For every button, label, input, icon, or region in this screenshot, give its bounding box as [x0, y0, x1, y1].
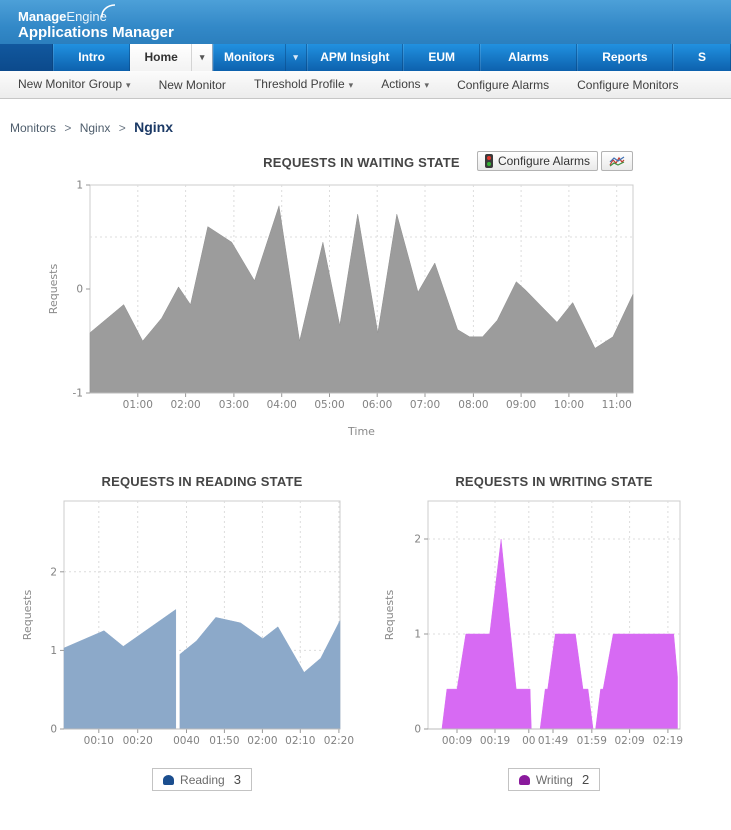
page-title: Nginx — [134, 119, 173, 135]
breadcrumb: Monitors > Nginx > Nginx — [10, 119, 731, 135]
tab-apm-insight[interactable]: APM Insight — [306, 44, 404, 71]
tab-monitors[interactable]: Monitors ▾ — [213, 44, 307, 71]
svg-text:05:00: 05:00 — [314, 399, 344, 411]
configure-alarms-link[interactable]: Configure Alarms — [443, 72, 563, 98]
new-monitor-link[interactable]: New Monitor — [145, 72, 240, 98]
svg-text:2: 2 — [414, 534, 421, 546]
svg-text:01:49: 01:49 — [538, 735, 568, 747]
reading-chart-title: REQUESTS IN READING STATE — [101, 474, 303, 489]
tab-partial[interactable]: S — [673, 44, 731, 71]
svg-text:1: 1 — [76, 180, 83, 192]
reading-area-chart: 00:10 00:20 0040 01:50 02:00 02:10 02:20 0 1 2 Req… — [18, 491, 354, 764]
reading-chart-section: REQUESTS IN READING STATE 00:10 00:20 0040… — [18, 474, 354, 791]
svg-text:09:00: 09:00 — [506, 399, 536, 411]
app-header: ManageEngine Applications Manager — [0, 0, 731, 44]
tab-eum[interactable]: EUM — [403, 44, 481, 71]
writing-area-chart: 00:09 00:19 00 01:49 01:59 02:09 02:19 0 1 2 Reque… — [380, 491, 696, 764]
svg-text:Requests: Requests — [47, 264, 60, 315]
main-nav: Intro Home ▾ Monitors ▾ APM Insight EUM … — [0, 44, 731, 71]
svg-text:03:00: 03:00 — [219, 399, 249, 411]
svg-text:01:00: 01:00 — [123, 399, 153, 411]
breadcrumb-separator: > — [118, 121, 126, 135]
svg-text:Requests: Requests — [21, 590, 34, 641]
svg-text:02:19: 02:19 — [653, 735, 683, 747]
logo-manage: Manage — [18, 9, 67, 24]
svg-text:0: 0 — [76, 284, 83, 296]
chart-view-button[interactable] — [601, 151, 633, 171]
waiting-area-chart: 01:00 02:00 03:00 04:00 05:00 06:00 07:00 08:00… — [44, 177, 648, 446]
mini-chart-icon — [609, 156, 625, 167]
svg-text:1: 1 — [414, 629, 421, 641]
svg-text:0: 0 — [50, 724, 57, 736]
svg-text:02:00: 02:00 — [170, 399, 200, 411]
tab-intro[interactable]: Intro — [53, 44, 131, 71]
breadcrumb-monitors[interactable]: Monitors — [10, 121, 56, 135]
reading-legend-marker-icon — [163, 774, 175, 785]
threshold-profile-menu[interactable]: Threshold Profile ▾ — [240, 71, 367, 98]
reading-legend: Reading 3 — [152, 768, 252, 791]
svg-text:Time: Time — [347, 425, 375, 438]
chevron-down-icon: ▾ — [126, 80, 131, 90]
svg-text:00: 00 — [522, 735, 535, 747]
svg-text:02:20: 02:20 — [324, 735, 354, 747]
chevron-down-icon: ▾ — [348, 80, 354, 90]
svg-text:2: 2 — [50, 566, 57, 578]
new-monitor-group-menu[interactable]: New Monitor Group ▾ — [4, 71, 145, 98]
writing-legend-marker-icon — [518, 774, 530, 785]
writing-chart-title: REQUESTS IN WRITING STATE — [455, 474, 653, 489]
actions-menu[interactable]: Actions ▾ — [367, 71, 443, 98]
logo: ManageEngine — [18, 4, 731, 24]
svg-text:00:09: 00:09 — [442, 735, 472, 747]
configure-monitors-link[interactable]: Configure Monitors — [563, 72, 692, 98]
svg-text:0: 0 — [414, 724, 421, 736]
svg-text:-1: -1 — [73, 388, 83, 400]
configure-alarms-button[interactable]: Configure Alarms — [476, 151, 598, 171]
chevron-down-icon[interactable]: ▾ — [284, 44, 306, 71]
writing-legend: Writing 2 — [507, 768, 601, 791]
svg-text:02:09: 02:09 — [614, 735, 644, 747]
traffic-light-icon — [484, 154, 493, 168]
svg-text:1: 1 — [50, 645, 57, 657]
breadcrumb-nginx[interactable]: Nginx — [80, 121, 111, 135]
svg-text:08:00: 08:00 — [458, 399, 488, 411]
logo-product-name: Applications Manager — [18, 24, 174, 41]
svg-text:02:00: 02:00 — [247, 735, 277, 747]
svg-text:11:00: 11:00 — [602, 399, 632, 411]
nav-left-spacer — [0, 44, 54, 71]
writing-chart-section: REQUESTS IN WRITING STATE 00:09 00:19 00 01… — [380, 474, 696, 791]
tab-home[interactable]: Home ▾ — [130, 44, 214, 71]
svg-text:06:00: 06:00 — [362, 399, 392, 411]
svg-text:0040: 0040 — [173, 735, 200, 747]
breadcrumb-separator: > — [64, 121, 72, 135]
chevron-down-icon[interactable]: ▾ — [191, 44, 212, 71]
chevron-down-icon: ▾ — [424, 80, 430, 90]
svg-text:01:59: 01:59 — [577, 735, 607, 747]
svg-text:00:20: 00:20 — [123, 735, 153, 747]
waiting-chart-section: REQUESTS IN WAITING STATE Configure Alar… — [44, 151, 648, 446]
logo-swoosh-icon — [101, 4, 115, 18]
tab-reports[interactable]: Reports — [576, 44, 674, 71]
svg-text:00:10: 00:10 — [84, 735, 114, 747]
action-toolbar: New Monitor Group ▾ New Monitor Threshold… — [0, 71, 731, 99]
svg-text:10:00: 10:00 — [554, 399, 584, 411]
svg-text:Requests: Requests — [383, 590, 396, 641]
svg-text:07:00: 07:00 — [410, 399, 440, 411]
tab-alarms[interactable]: Alarms — [480, 44, 577, 71]
svg-text:04:00: 04:00 — [267, 399, 297, 411]
svg-text:02:10: 02:10 — [285, 735, 315, 747]
svg-text:00:19: 00:19 — [480, 735, 510, 747]
svg-text:01:50: 01:50 — [209, 735, 239, 747]
